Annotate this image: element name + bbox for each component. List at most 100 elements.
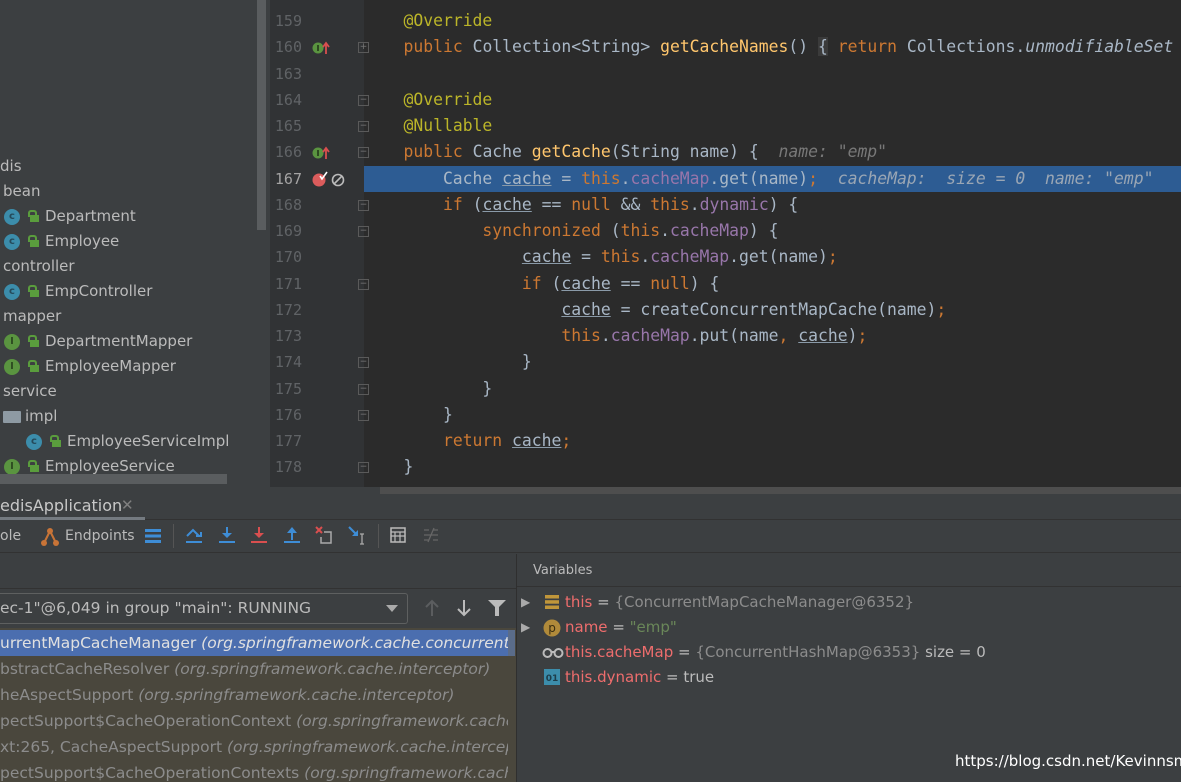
code-line[interactable]: cache = createConcurrentMapCache(name); xyxy=(364,297,1181,323)
code-line[interactable]: if (cache == null && this.dynamic) { xyxy=(364,192,1181,218)
code-line[interactable]: return cache; xyxy=(364,428,1181,454)
code-token: .get(name) xyxy=(729,247,828,267)
code-token: } xyxy=(364,457,414,477)
tree-item[interactable]: I EmployeeMapper xyxy=(0,354,257,379)
tree-item-label: mapper xyxy=(3,307,62,325)
project-vertical-scrollbar[interactable] xyxy=(257,0,266,230)
line-number: 168 xyxy=(274,195,302,214)
filter-icon[interactable] xyxy=(488,600,506,616)
tree-item[interactable]: bean xyxy=(0,179,257,204)
tree-item[interactable]: mapper xyxy=(0,304,257,329)
code-line[interactable]: synchronized (this.cacheMap) { xyxy=(364,218,1181,244)
stack-frame[interactable]: heAspectSupport (org.springframework.cac… xyxy=(0,682,508,708)
code-line[interactable] xyxy=(364,61,1181,87)
debug-tab-bar: edisApplication ✕ xyxy=(0,494,1181,520)
step-over-icon[interactable] xyxy=(185,526,203,546)
tree-item[interactable]: service xyxy=(0,379,257,404)
code-token: } xyxy=(364,352,532,372)
variable-value: true xyxy=(683,668,715,686)
implements-method-icon[interactable] xyxy=(312,145,330,160)
tree-item[interactable]: controller xyxy=(0,254,257,279)
next-frame-icon[interactable] xyxy=(456,599,472,617)
code-line[interactable]: @Override xyxy=(364,8,1181,34)
stack-frame[interactable]: pectSupport$CacheOperationContext (org.s… xyxy=(0,708,508,734)
variable-eq: = xyxy=(673,643,696,661)
evaluate-expression-icon[interactable] xyxy=(390,527,406,543)
implements-method-icon[interactable] xyxy=(312,40,330,55)
line-number: 165 xyxy=(274,117,302,135)
code-line[interactable]: } xyxy=(364,454,1181,480)
code-line[interactable]: } xyxy=(364,349,1181,375)
editor-gutter[interactable]: 159 160 +163 164−165−166−167 168−169−170 171−… xyxy=(270,0,369,487)
project-horizontal-scrollbar[interactable] xyxy=(0,474,227,484)
tree-item[interactable]: dis xyxy=(0,154,257,179)
code-token: , xyxy=(778,326,789,345)
stack-frame[interactable]: pectSupport$CacheOperationContexts (org.… xyxy=(0,760,508,782)
svg-text:p: p xyxy=(548,621,556,635)
mute-breakpoints-icon[interactable] xyxy=(331,172,345,191)
watch-icon xyxy=(542,647,564,659)
code-line[interactable]: cache = this.cacheMap.get(name); xyxy=(364,244,1181,270)
editor-horizontal-scrollbar[interactable] xyxy=(380,487,1181,494)
run-to-cursor-icon[interactable] xyxy=(348,526,368,546)
tree-item-label: service xyxy=(3,382,57,400)
code-token: cache xyxy=(561,299,611,319)
code-line[interactable]: public Cache getCache(String name) { nam… xyxy=(364,139,1181,165)
thread-select[interactable]: ec-1"@6,049 in group "main": RUNNING xyxy=(0,593,408,624)
code-token: (String name) { xyxy=(610,142,779,162)
stack-frame[interactable]: urrentMapCacheManager (org.springframewo… xyxy=(0,630,508,656)
code-line[interactable]: public Collection<String> getCacheNames(… xyxy=(364,34,1181,60)
variable-row[interactable]: ▶ p name = "emp" xyxy=(517,615,1181,640)
code-line[interactable]: } xyxy=(364,376,1181,402)
code-token: ; xyxy=(827,247,838,267)
step-into-icon[interactable] xyxy=(218,526,236,546)
tab-debug-session[interactable]: edisApplication ✕ xyxy=(0,494,145,520)
tree-item[interactable]: c EmployeeServiceImpl xyxy=(0,429,257,454)
frames-scrollbar[interactable] xyxy=(508,630,515,656)
expand-arrow-icon[interactable]: ▶ xyxy=(521,590,530,615)
expand-arrow-icon[interactable]: ▶ xyxy=(521,615,530,640)
step-out-icon[interactable] xyxy=(283,526,301,546)
frame-package: (org.springframework.cache.interceptor) xyxy=(169,660,491,678)
menu-icon[interactable] xyxy=(145,529,161,543)
close-icon[interactable]: ✕ xyxy=(121,496,134,514)
breakpoint-icon[interactable] xyxy=(312,171,328,191)
code-line[interactable]: } xyxy=(364,402,1181,428)
stack-frame[interactable]: xt:265, CacheAspectSupport (org.springfr… xyxy=(0,734,508,760)
endpoints-tab[interactable]: Endpoints xyxy=(65,528,135,544)
lock-icon xyxy=(28,210,39,222)
previous-frame-icon[interactable] xyxy=(424,599,440,617)
watermark: https://blog.csdn.net/Kevinnsm xyxy=(955,752,1181,770)
code-token: ; xyxy=(857,326,868,345)
current-execution-line[interactable]: Cache cache = this.cacheMap.get(name); c… xyxy=(364,165,1181,192)
tree-item-label: Department xyxy=(45,207,136,225)
tree-item[interactable]: impl xyxy=(0,404,257,429)
tree-item[interactable]: c Employee xyxy=(0,229,257,254)
variable-name: this.cacheMap xyxy=(565,643,674,661)
code-token: cacheMap xyxy=(630,168,710,188)
stack-frame[interactable]: bstractCacheResolver (org.springframewor… xyxy=(0,656,508,682)
code-line[interactable]: @Nullable xyxy=(364,113,1181,139)
variable-value: {ConcurrentHashMap@6353} xyxy=(695,643,921,661)
variable-row[interactable]: this.cacheMap = {ConcurrentHashMap@6353}… xyxy=(517,640,1181,665)
variable-row[interactable]: 01 this.dynamic = true xyxy=(517,665,1181,690)
code-editor[interactable]: 159 160 +163 164−165−166−167 168−169−170 171−… xyxy=(270,0,1181,487)
variable-row[interactable]: ▶ this = {ConcurrentMapCacheManager@6352} xyxy=(517,590,1181,615)
trace-icon[interactable] xyxy=(422,527,440,543)
tree-item[interactable]: c EmpController xyxy=(0,279,257,304)
code-line[interactable]: if (cache == null) { xyxy=(364,271,1181,297)
variable-name: name xyxy=(565,618,608,636)
console-tab[interactable]: ole xyxy=(0,528,21,544)
class-icon: c xyxy=(4,284,20,300)
drop-frame-icon[interactable] xyxy=(315,526,333,546)
frame-method: bstractCacheResolver xyxy=(0,660,170,678)
force-step-into-icon[interactable] xyxy=(250,526,268,546)
code-line[interactable]: @Override xyxy=(364,87,1181,113)
code-line[interactable]: this.cacheMap.put(name, cache); xyxy=(364,323,1181,349)
variable-eq: = xyxy=(592,593,615,611)
tree-item[interactable]: c Department xyxy=(0,204,257,229)
tree-item[interactable]: I DepartmentMapper xyxy=(0,329,257,354)
frame-package: (org.springframework.cache.interceptor) xyxy=(226,738,508,756)
line-number: 172 xyxy=(274,300,302,319)
